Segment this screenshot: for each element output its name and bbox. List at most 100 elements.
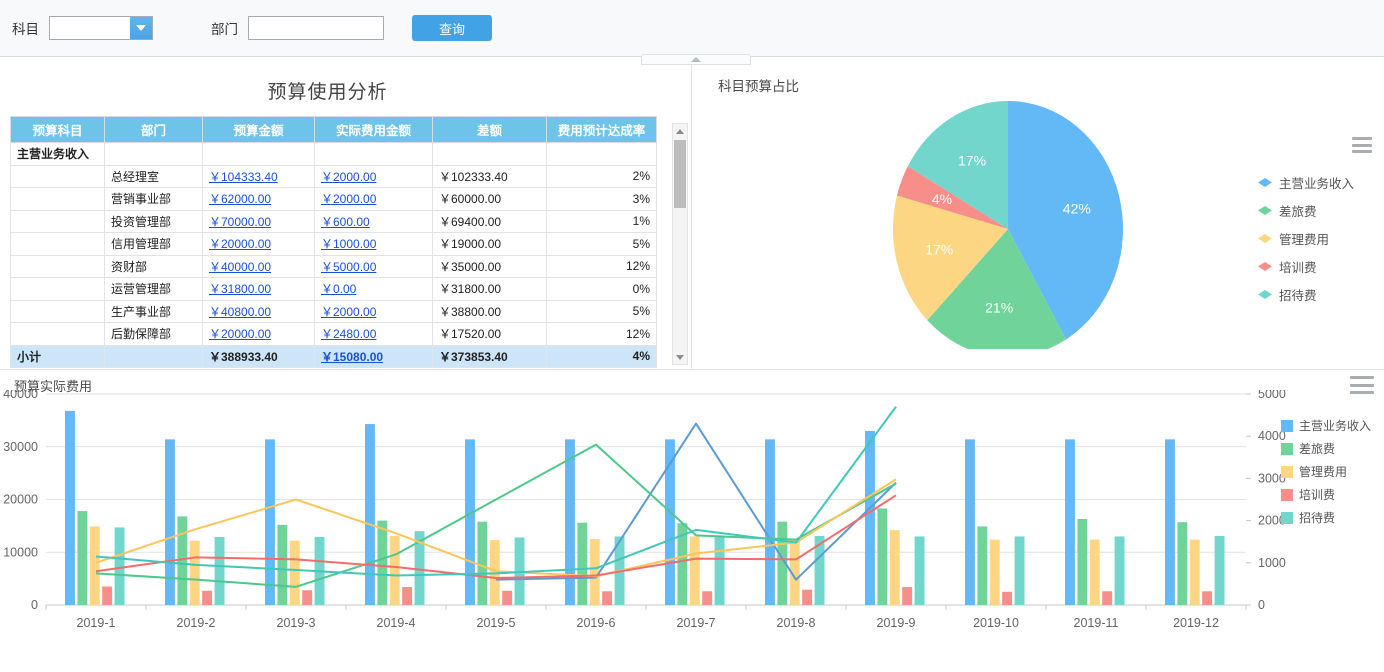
cell-actual[interactable]: ￥2000.00 bbox=[315, 188, 433, 211]
legend-item[interactable]: 主营业务收入 bbox=[1281, 417, 1371, 434]
bar[interactable] bbox=[865, 431, 875, 605]
legend-item[interactable]: 管理费用 bbox=[1258, 229, 1354, 248]
cell-actual[interactable]: ￥600.00 bbox=[315, 210, 433, 233]
cell-budget[interactable]: ￥40000.00 bbox=[203, 255, 315, 278]
bar[interactable] bbox=[890, 530, 900, 605]
table-row[interactable]: 生产事业部￥40800.00￥2000.00￥38800.005% bbox=[11, 300, 657, 323]
bar[interactable] bbox=[277, 525, 287, 605]
cell-budget[interactable]: ￥104333.40 bbox=[203, 165, 315, 188]
bar[interactable] bbox=[465, 439, 475, 605]
bar[interactable] bbox=[502, 591, 512, 605]
bar[interactable] bbox=[215, 537, 225, 605]
bar[interactable] bbox=[1202, 591, 1212, 605]
bar[interactable] bbox=[202, 591, 212, 605]
query-button[interactable]: 查询 bbox=[412, 15, 492, 41]
bar[interactable] bbox=[602, 591, 612, 605]
cell-budget[interactable]: ￥31800.00 bbox=[203, 278, 315, 301]
bar[interactable] bbox=[190, 541, 200, 605]
legend-item[interactable]: 招待费 bbox=[1281, 509, 1371, 526]
bar[interactable] bbox=[90, 526, 100, 605]
bar[interactable] bbox=[1065, 439, 1075, 605]
bar[interactable] bbox=[365, 424, 375, 605]
table-vertical-scrollbar[interactable] bbox=[672, 123, 688, 365]
col-header-budget[interactable]: 预算金额 bbox=[203, 117, 315, 143]
cell-subtotal-actual[interactable]: ￥15080.00 bbox=[315, 345, 433, 368]
dept-input[interactable] bbox=[248, 16, 384, 40]
bar[interactable] bbox=[715, 536, 725, 605]
bar[interactable] bbox=[65, 411, 75, 605]
bar[interactable] bbox=[290, 541, 300, 605]
scrollbar-thumb[interactable] bbox=[674, 140, 686, 208]
bar[interactable] bbox=[990, 540, 1000, 605]
bar[interactable] bbox=[477, 522, 487, 605]
col-header-rate[interactable]: 费用预计达成率 bbox=[547, 117, 657, 143]
chevron-down-icon[interactable] bbox=[130, 17, 152, 39]
legend-item[interactable]: 主营业务收入 bbox=[1258, 173, 1354, 192]
bar[interactable] bbox=[690, 536, 700, 605]
legend-item[interactable]: 招待费 bbox=[1258, 285, 1354, 304]
scroll-up-arrow-icon[interactable] bbox=[673, 124, 687, 138]
bar[interactable] bbox=[577, 523, 587, 605]
bar[interactable] bbox=[902, 587, 912, 605]
bar[interactable] bbox=[115, 527, 125, 605]
cell-actual[interactable]: ￥5000.00 bbox=[315, 255, 433, 278]
table-subtotal-row[interactable]: 小计￥388933.40￥15080.00￥373853.404% bbox=[11, 345, 657, 368]
cell-budget[interactable]: ￥70000.00 bbox=[203, 210, 315, 233]
cell-budget[interactable]: ￥62000.00 bbox=[203, 188, 315, 211]
cell-budget[interactable]: ￥40800.00 bbox=[203, 300, 315, 323]
cell-budget[interactable]: ￥20000.00 bbox=[203, 233, 315, 256]
bar[interactable] bbox=[265, 439, 275, 605]
table-row[interactable]: 信用管理部￥20000.00￥1000.00￥19000.005% bbox=[11, 233, 657, 256]
bar[interactable] bbox=[977, 526, 987, 605]
table-row[interactable]: 资财部￥40000.00￥5000.00￥35000.0012% bbox=[11, 255, 657, 278]
bar[interactable] bbox=[377, 521, 387, 605]
col-header-category[interactable]: 预算科目 bbox=[11, 117, 105, 143]
bar[interactable] bbox=[1015, 536, 1025, 605]
bar[interactable] bbox=[1077, 519, 1087, 605]
table-row[interactable]: 后勤保障部￥20000.00￥2480.00￥17520.0012% bbox=[11, 323, 657, 346]
col-header-actual[interactable]: 实际费用金额 bbox=[315, 117, 433, 143]
cell-actual[interactable]: ￥1000.00 bbox=[315, 233, 433, 256]
bar[interactable] bbox=[702, 591, 712, 605]
subject-combobox[interactable] bbox=[49, 16, 153, 40]
bar[interactable] bbox=[1102, 591, 1112, 605]
bar[interactable] bbox=[915, 536, 925, 605]
table-row[interactable]: 投资管理部￥70000.00￥600.00￥69400.001% bbox=[11, 210, 657, 233]
bar[interactable] bbox=[1215, 536, 1225, 605]
table-row[interactable]: 总经理室￥104333.40￥2000.00￥102333.402% bbox=[11, 165, 657, 188]
bar[interactable] bbox=[302, 590, 312, 605]
bar[interactable] bbox=[1177, 522, 1187, 605]
hamburger-icon[interactable] bbox=[1350, 135, 1374, 155]
bar[interactable] bbox=[1090, 540, 1100, 605]
col-header-diff[interactable]: 差额 bbox=[433, 117, 547, 143]
bar[interactable] bbox=[565, 439, 575, 605]
subject-input[interactable] bbox=[50, 17, 130, 39]
bar[interactable] bbox=[165, 439, 175, 605]
bar[interactable] bbox=[1002, 592, 1012, 605]
bar[interactable] bbox=[102, 587, 112, 605]
bar[interactable] bbox=[590, 539, 600, 605]
scroll-down-arrow-icon[interactable] bbox=[673, 350, 687, 364]
cell-actual[interactable]: ￥2000.00 bbox=[315, 165, 433, 188]
bar[interactable] bbox=[1190, 540, 1200, 605]
legend-item[interactable]: 培训费 bbox=[1281, 486, 1371, 503]
bar[interactable] bbox=[965, 439, 975, 605]
bar[interactable] bbox=[802, 590, 812, 605]
table-row[interactable]: 运营管理部￥31800.00￥0.00￥31800.000% bbox=[11, 278, 657, 301]
cell-actual[interactable]: ￥0.00 bbox=[315, 278, 433, 301]
legend-item[interactable]: 培训费 bbox=[1258, 257, 1354, 276]
legend-item[interactable]: 管理费用 bbox=[1281, 463, 1371, 480]
bar[interactable] bbox=[765, 439, 775, 605]
cell-actual[interactable]: ￥2480.00 bbox=[315, 323, 433, 346]
col-header-dept[interactable]: 部门 bbox=[105, 117, 203, 143]
bar[interactable] bbox=[77, 511, 87, 605]
table-row[interactable]: 主营业务收入 bbox=[11, 143, 657, 166]
cell-actual[interactable]: ￥2000.00 bbox=[315, 300, 433, 323]
bar[interactable] bbox=[877, 508, 887, 605]
bar[interactable] bbox=[402, 587, 412, 605]
cell-budget[interactable]: ￥20000.00 bbox=[203, 323, 315, 346]
panel-collapse-handle[interactable] bbox=[641, 54, 751, 65]
bar[interactable] bbox=[1165, 439, 1175, 605]
bar[interactable] bbox=[390, 536, 400, 605]
legend-item[interactable]: 差旅费 bbox=[1281, 440, 1371, 457]
